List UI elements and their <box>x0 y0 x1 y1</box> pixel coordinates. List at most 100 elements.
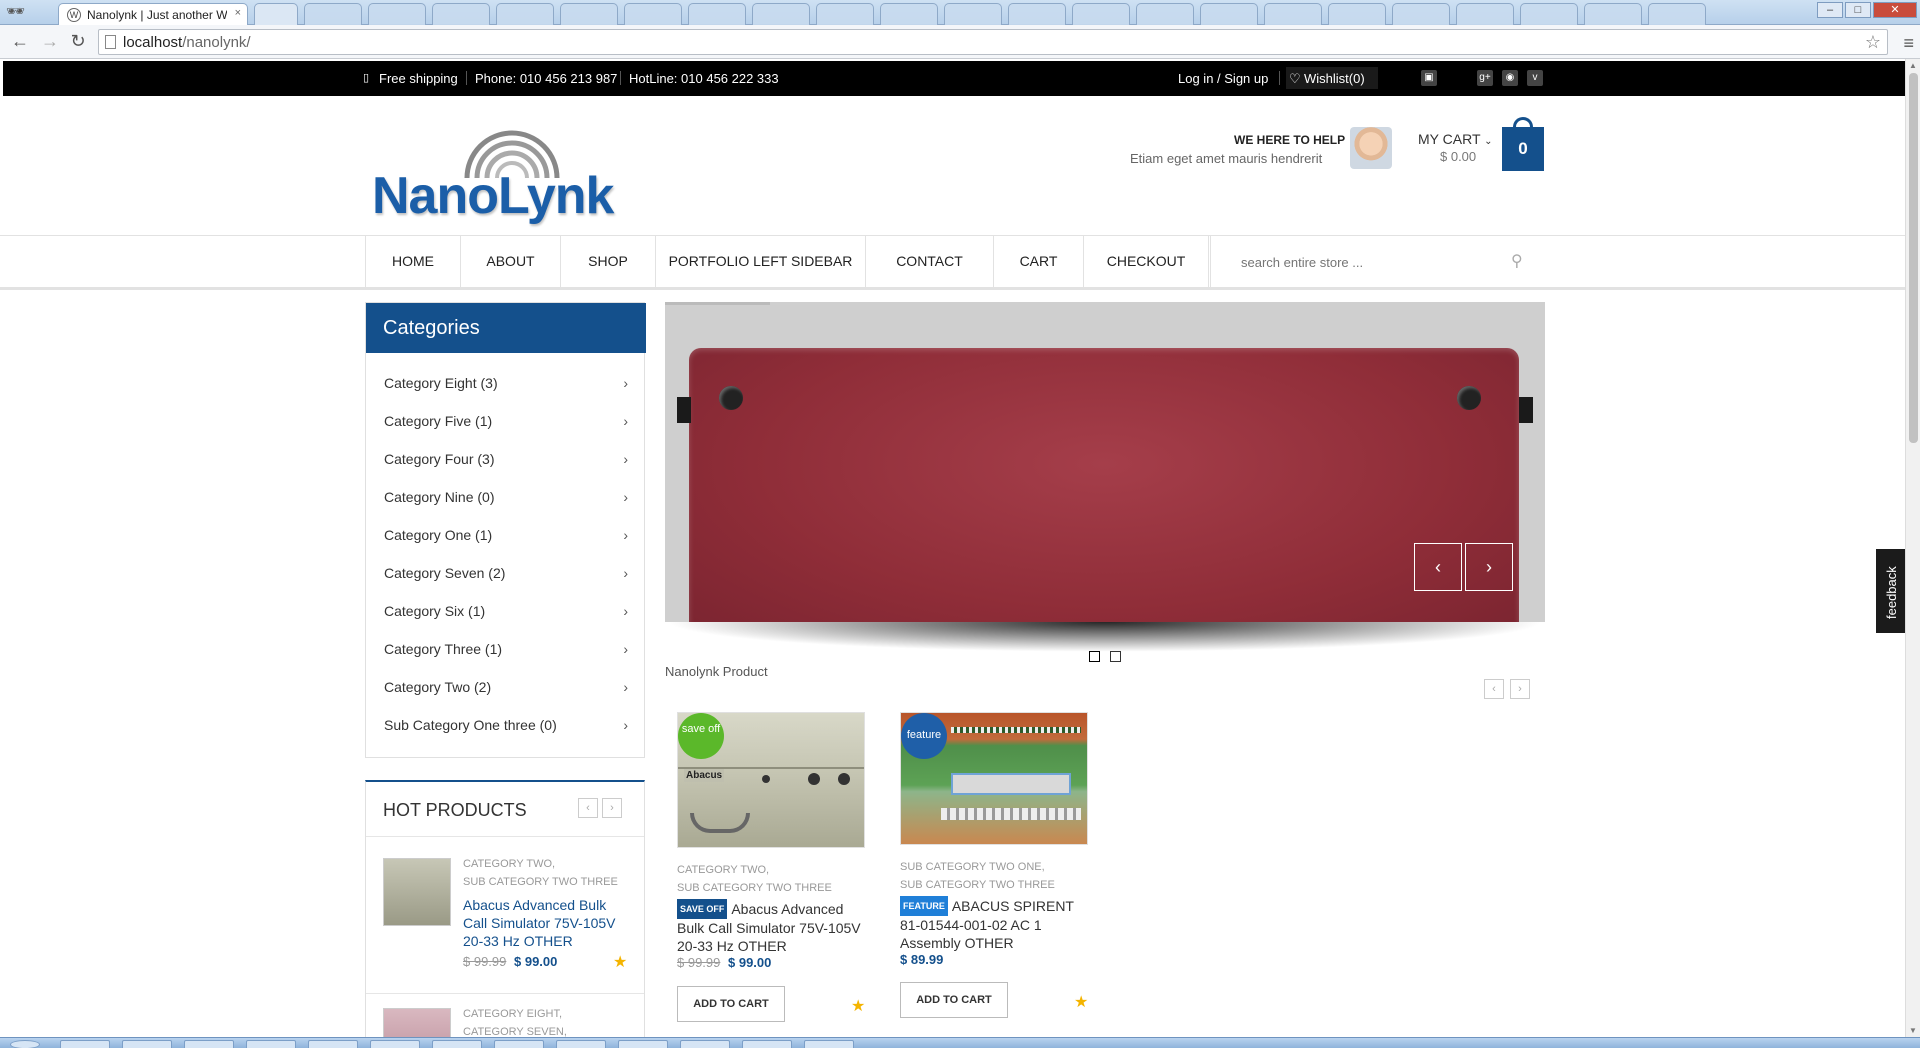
star-icon[interactable]: ★ <box>613 952 627 972</box>
browser-tab[interactable] <box>1008 3 1066 25</box>
bookmark-star-icon[interactable]: ☆ <box>1865 32 1881 53</box>
tab-close-icon[interactable]: × <box>235 7 241 19</box>
start-button[interactable] <box>10 1040 40 1048</box>
browser-menu-icon[interactable]: ≡ <box>1903 33 1914 54</box>
hot-prev-button[interactable]: ‹ <box>578 798 598 818</box>
wishlist-link[interactable]: Wishlist(0) <box>1304 71 1365 86</box>
cart-title[interactable]: MY CART ⌄ <box>1418 131 1493 147</box>
product-title[interactable]: FEATURE ABACUS SPIRENT 81-01544-001-02 AC… <box>900 896 1090 952</box>
browser-tab[interactable] <box>1456 3 1514 25</box>
browser-tab[interactable] <box>752 3 810 25</box>
star-icon[interactable]: ★ <box>851 996 865 1016</box>
taskbar-app[interactable] <box>184 1040 234 1048</box>
hot-next-button[interactable]: › <box>602 798 622 818</box>
slider-dot[interactable] <box>1110 651 1121 662</box>
product-title[interactable]: SAVE OFF Abacus Advanced Bulk Call Simula… <box>677 899 867 955</box>
browser-tab[interactable] <box>432 3 490 25</box>
browser-tab[interactable] <box>880 3 938 25</box>
hot-product-image[interactable] <box>383 1008 451 1037</box>
back-button[interactable]: ← <box>8 31 32 52</box>
nav-item-contact[interactable]: CONTACT <box>865 235 993 288</box>
browser-tab[interactable] <box>1264 3 1322 25</box>
products-next-button[interactable]: › <box>1510 679 1530 699</box>
taskbar-app[interactable] <box>804 1040 854 1048</box>
category-item[interactable]: Category Nine (0) › <box>384 478 628 516</box>
scroll-up-icon[interactable]: ▲ <box>1909 61 1917 70</box>
browser-tab[interactable] <box>1520 3 1578 25</box>
taskbar-app[interactable] <box>556 1040 606 1048</box>
taskbar-app[interactable] <box>618 1040 668 1048</box>
slider-prev-button[interactable]: ‹ <box>1414 543 1462 591</box>
add-to-cart-button[interactable]: ADD TO CART <box>900 982 1008 1018</box>
google-plus-icon[interactable]: g+ <box>1477 70 1493 86</box>
star-icon[interactable]: ★ <box>1074 992 1088 1012</box>
taskbar-app[interactable] <box>370 1040 420 1048</box>
products-prev-button[interactable]: ‹ <box>1484 679 1504 699</box>
feedback-tab[interactable]: feedback <box>1876 549 1905 633</box>
product-category[interactable]: CATEGORY TWO, <box>677 861 769 879</box>
browser-tab[interactable] <box>304 3 362 25</box>
browser-tab[interactable] <box>1584 3 1642 25</box>
taskbar-app[interactable] <box>308 1040 358 1048</box>
taskbar-app[interactable] <box>60 1040 110 1048</box>
product-subcategory[interactable]: SUB CATEGORY TWO THREE <box>900 876 1055 894</box>
browser-tab-active[interactable]: W Nanolynk | Just another W × <box>58 3 248 25</box>
hot-product-image[interactable] <box>383 858 451 926</box>
slider-dot[interactable] <box>1089 651 1100 662</box>
category-item[interactable]: Category Five (1) › <box>384 402 628 440</box>
cart-bag-button[interactable]: 0 <box>1502 117 1544 171</box>
taskbar-app[interactable] <box>246 1040 296 1048</box>
browser-tab[interactable] <box>816 3 874 25</box>
browser-tab[interactable] <box>944 3 1002 25</box>
category-item[interactable]: Category Eight (3) › <box>384 364 628 402</box>
scrollbar-thumb[interactable] <box>1909 73 1918 443</box>
nav-item-about[interactable]: ABOUT <box>460 235 560 288</box>
taskbar-app[interactable] <box>432 1040 482 1048</box>
site-logo[interactable]: NanoLynk <box>370 126 614 226</box>
nav-item-portfolio[interactable]: PORTFOLIO LEFT SIDEBAR <box>655 235 865 288</box>
category-item[interactable]: Category Two (2) › <box>384 668 628 706</box>
search-icon[interactable]: ⚲ <box>1511 251 1523 271</box>
browser-tab[interactable] <box>624 3 682 25</box>
reload-button[interactable]: ↻ <box>66 31 90 52</box>
hot-product-subcategory[interactable]: CATEGORY SEVEN, <box>463 1026 567 1037</box>
url-input[interactable]: localhost/nanolynk/ ☆ <box>98 29 1888 55</box>
vertical-scrollbar[interactable]: ▲ ▼ <box>1905 59 1920 1037</box>
hot-product-category[interactable]: CATEGORY TWO, <box>463 858 555 870</box>
category-item[interactable]: Category Three (1) › <box>384 630 628 668</box>
browser-tab[interactable] <box>1648 3 1706 25</box>
new-tab-button[interactable] <box>254 3 298 25</box>
browser-tab[interactable] <box>1072 3 1130 25</box>
nav-item-shop[interactable]: SHOP <box>560 235 655 288</box>
taskbar-app[interactable] <box>494 1040 544 1048</box>
vimeo-icon[interactable]: v <box>1527 70 1543 86</box>
add-to-cart-button[interactable]: ADD TO CART <box>677 986 785 1022</box>
browser-tab[interactable] <box>560 3 618 25</box>
category-item[interactable]: Sub Category One three (0) › <box>384 706 628 744</box>
nav-item-home[interactable]: HOME <box>365 235 460 288</box>
product-subcategory[interactable]: SUB CATEGORY TWO THREE <box>677 879 832 897</box>
browser-tab[interactable] <box>496 3 554 25</box>
taskbar-app[interactable] <box>742 1040 792 1048</box>
hot-product-title[interactable]: Abacus Advanced Bulk Call Simulator 75V-… <box>463 896 633 950</box>
slider-next-button[interactable]: › <box>1465 543 1513 591</box>
maximize-button[interactable]: □ <box>1845 2 1871 18</box>
hot-product-category[interactable]: CATEGORY EIGHT, <box>463 1008 562 1020</box>
taskbar-app[interactable] <box>122 1040 172 1048</box>
hot-product-subcategory[interactable]: SUB CATEGORY TWO THREE <box>463 876 618 888</box>
product-category[interactable]: SUB CATEGORY TWO ONE, <box>900 858 1045 876</box>
category-item[interactable]: Category Four (3) › <box>384 440 628 478</box>
browser-tab[interactable] <box>1328 3 1386 25</box>
product-image[interactable]: feature <box>900 712 1088 845</box>
forward-button[interactable]: → <box>38 31 62 52</box>
browser-tab[interactable] <box>688 3 746 25</box>
browser-tab[interactable] <box>1136 3 1194 25</box>
product-image[interactable]: Abacus save off <box>677 712 865 848</box>
browser-tab[interactable] <box>1392 3 1450 25</box>
rss-icon[interactable]: ◉ <box>1502 70 1518 86</box>
category-item[interactable]: Category Seven (2) › <box>384 554 628 592</box>
scroll-down-icon[interactable]: ▼ <box>1909 1026 1917 1035</box>
window-close-button[interactable]: ✕ <box>1873 2 1917 18</box>
login-link[interactable]: Log in / Sign up <box>1178 71 1268 86</box>
browser-tab[interactable] <box>368 3 426 25</box>
